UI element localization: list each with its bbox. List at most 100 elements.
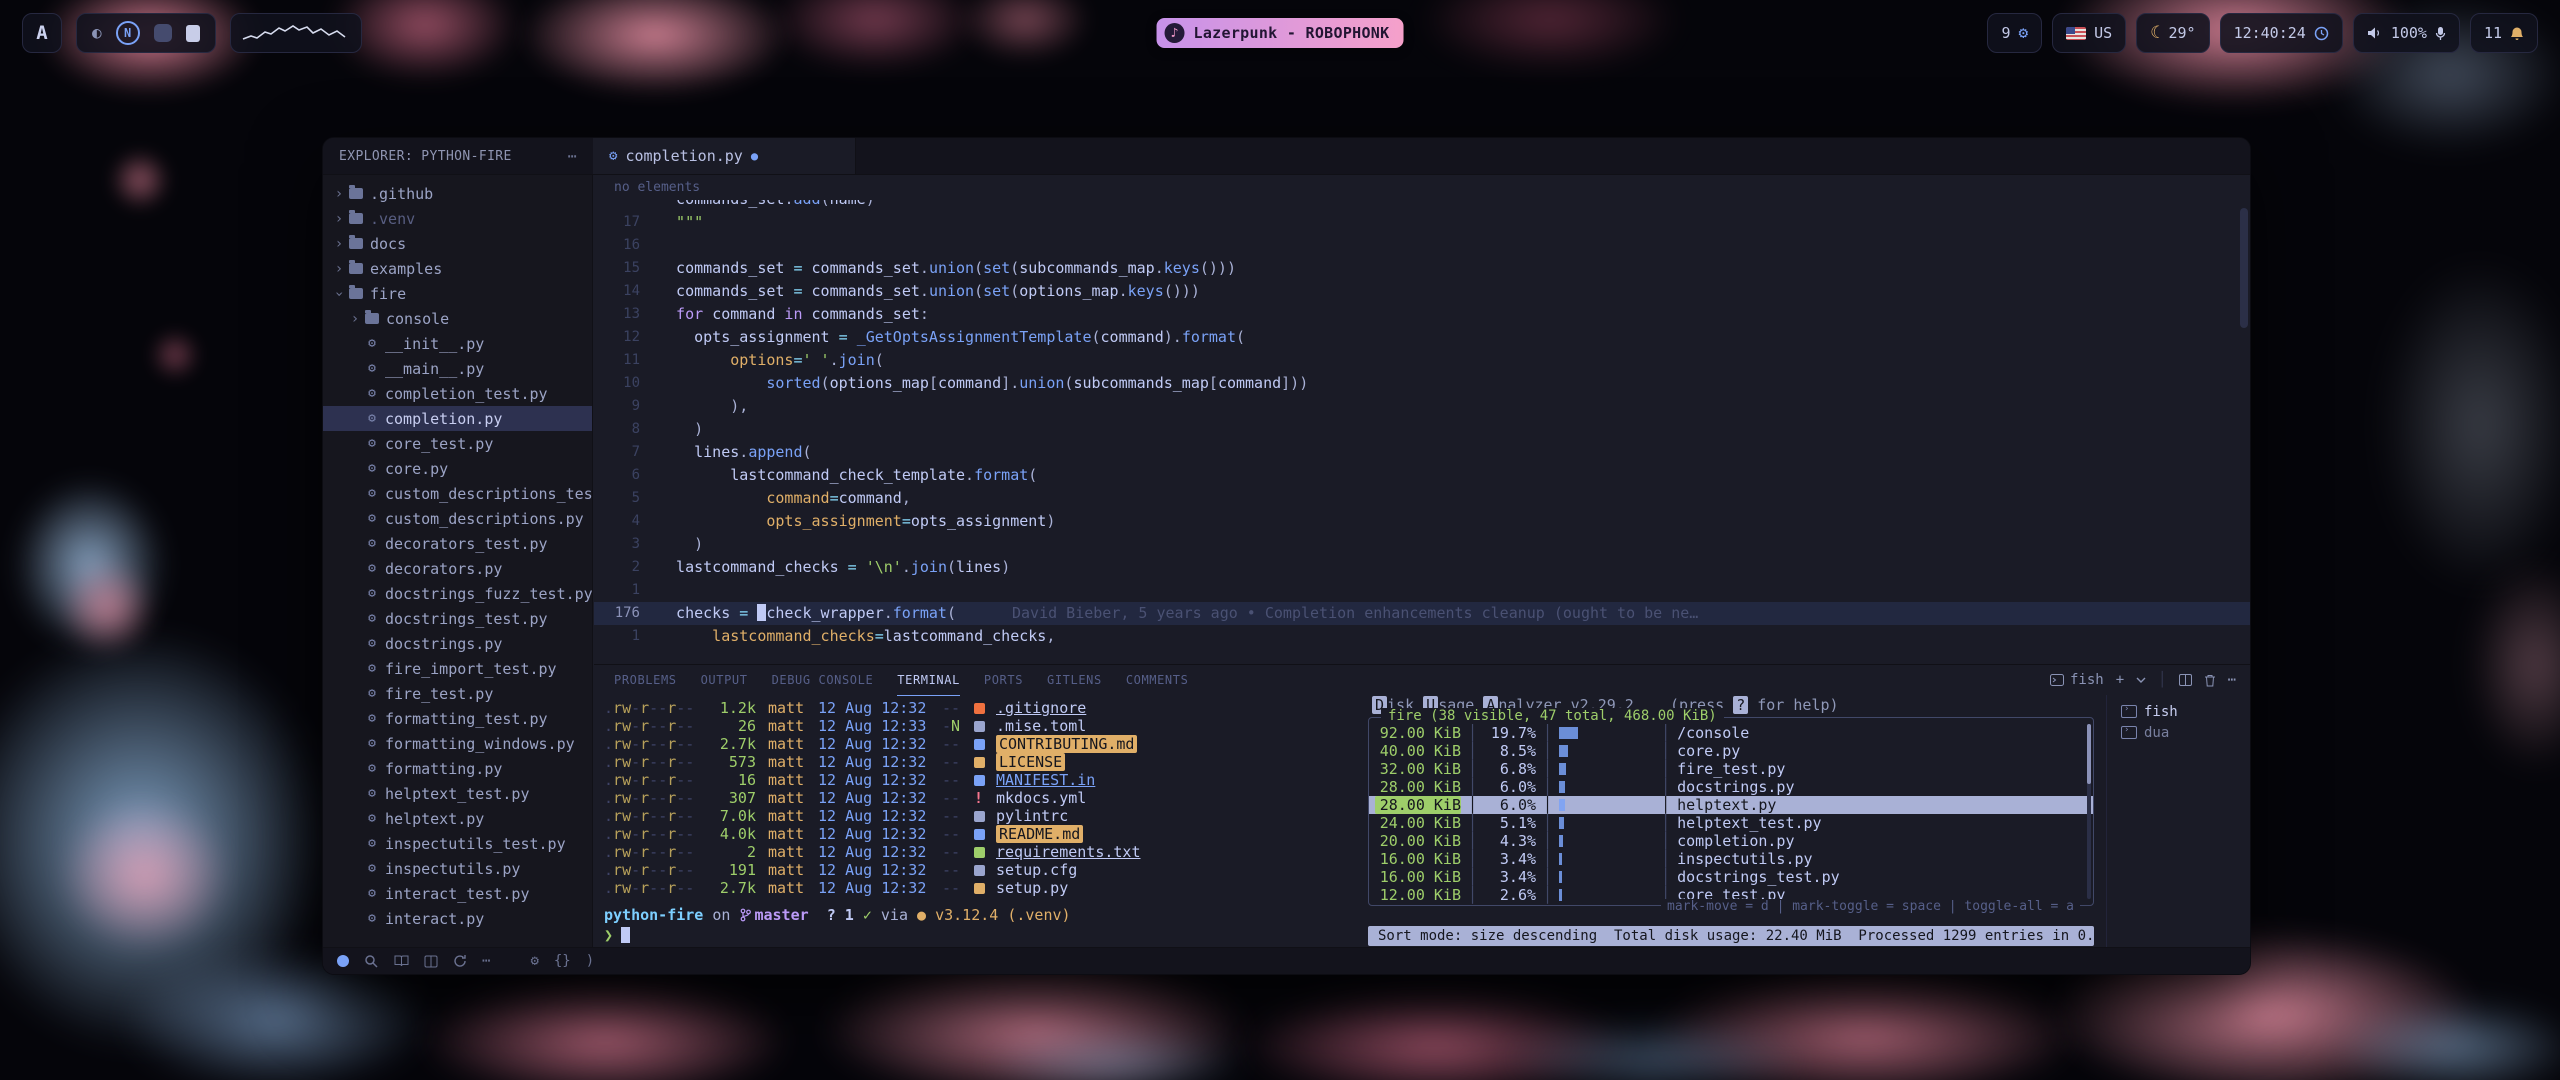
editor-scrollbar[interactable] <box>2240 208 2248 328</box>
modified-dot-icon[interactable]: ● <box>751 149 758 163</box>
editor-line[interactable]: 13 for command in commands_set: <box>594 303 2250 326</box>
audio-module[interactable]: 100% <box>2353 13 2460 53</box>
tree-item-docs[interactable]: ›docs <box>323 231 592 256</box>
more-icon[interactable]: ⋯ <box>482 953 490 969</box>
dua-row[interactable]: 16.00 KiB│3.4%││inspectutils.py <box>1369 850 2093 868</box>
tree-item-interact.py[interactable]: ⚙interact.py <box>323 906 592 931</box>
weather-module[interactable]: ☾ 29° <box>2136 13 2209 53</box>
tree-item-inspectutils_test.py[interactable]: ⚙inspectutils_test.py <box>323 831 592 856</box>
braces-icon[interactable]: {} <box>554 953 571 969</box>
editor-line[interactable]: 8 ) <box>594 418 2250 441</box>
editor-line[interactable]: 17 """ <box>594 211 2250 234</box>
dua-row[interactable]: 24.00 KiB│5.1%││helptext_test.py <box>1369 814 2093 832</box>
tree-item-decorators.py[interactable]: ⚙decorators.py <box>323 556 592 581</box>
tree-item-core.py[interactable]: ⚙core.py <box>323 456 592 481</box>
terminal-fish[interactable]: .rw-r--r--1.2kmatt12 Aug 12:32--.gitigno… <box>594 695 1364 948</box>
tree-item-inspectutils.py[interactable]: ⚙inspectutils.py <box>323 856 592 881</box>
dua-row[interactable]: 28.00 KiB│6.0%││docstrings.py <box>1369 778 2093 796</box>
editor-line[interactable]: 12 opts_assignment = _GetOptsAssignmentT… <box>594 326 2250 349</box>
editor-line[interactable]: 10 sorted(options_map[command].union(sub… <box>594 372 2250 395</box>
panel-more-icon[interactable]: ⋯ <box>2228 672 2236 688</box>
terminal-session-dua[interactable]: dua <box>2121 722 2250 743</box>
editor-line[interactable]: 5 command=command, <box>594 487 2250 510</box>
dua-row[interactable]: 20.00 KiB│4.3%││completion.py <box>1369 832 2093 850</box>
panel-tab-terminal[interactable]: TERMINAL <box>897 665 960 696</box>
media-player-pill[interactable]: ♪ Lazerpunk - ROBOPHONK <box>1157 18 1404 48</box>
terminal-dua[interactable]: Disk Usage Analyzer v2.29.2 (press ? for… <box>1364 695 2106 948</box>
editor-line[interactable]: 2 lastcommand_checks = '\n'.join(lines) <box>594 556 2250 579</box>
panel-tab-debug-console[interactable]: DEBUG CONSOLE <box>772 665 874 695</box>
keyboard-layout-module[interactable]: US <box>2052 13 2126 53</box>
tree-item-docstrings_fuzz_test.py[interactable]: ⚙docstrings_fuzz_test.py <box>323 581 592 606</box>
terminal-dropdown-icon[interactable] <box>2136 677 2146 683</box>
tree-item-formatting_test.py[interactable]: ⚙formatting_test.py <box>323 706 592 731</box>
tree-item-__main__.py[interactable]: ⚙__main__.py <box>323 356 592 381</box>
panel-tab-problems[interactable]: PROBLEMS <box>614 665 677 695</box>
sync-icon[interactable] <box>453 954 467 968</box>
split-terminal-icon[interactable] <box>2179 674 2192 686</box>
workspace-icon-file[interactable] <box>186 25 200 42</box>
tree-item-.github[interactable]: ›.github <box>323 181 592 206</box>
explorer-actions-icon[interactable]: ⋯ <box>568 147 577 165</box>
terminal-session-fish[interactable]: fish <box>2121 701 2250 722</box>
panel-tab-gitlens[interactable]: GITLENS <box>1047 665 1102 695</box>
system-graph-widget[interactable] <box>230 13 362 53</box>
code-editor[interactable]: commands_set.add(name)17 """1615 command… <box>594 200 2250 664</box>
kill-terminal-icon[interactable] <box>2204 674 2216 687</box>
editor-line[interactable]: 9 ), <box>594 395 2250 418</box>
updates-module[interactable]: 9 ⚙ <box>1987 13 2042 53</box>
editor-line[interactable]: 14 commands_set = commands_set.union(set… <box>594 280 2250 303</box>
editor-line[interactable]: 11 options=' '.join( <box>594 349 2250 372</box>
tree-item-formatting_windows.py[interactable]: ⚙formatting_windows.py <box>323 731 592 756</box>
layout-icon[interactable] <box>424 955 438 968</box>
tree-item-console[interactable]: ›console <box>323 306 592 331</box>
dua-scrollbar[interactable] <box>2087 724 2091 899</box>
editor-tab-completion[interactable]: ⚙ completion.py ● <box>593 138 856 174</box>
editor-line[interactable]: 1 <box>594 579 2250 602</box>
shell-prompt-input[interactable]: ❯ <box>604 925 1364 945</box>
panel-tab-output[interactable]: OUTPUT <box>701 665 748 695</box>
remote-indicator-icon[interactable] <box>337 955 349 967</box>
tree-item-helptext.py[interactable]: ⚙helptext.py <box>323 806 592 831</box>
tree-item-completion.py[interactable]: ⚙completion.py <box>323 406 592 431</box>
tree-item-completion_test.py[interactable]: ⚙completion_test.py <box>323 381 592 406</box>
tree-item-fire[interactable]: ›fire <box>323 281 592 306</box>
editor-line[interactable]: 1 lastcommand_checks=lastcommand_checks, <box>594 625 2250 648</box>
tree-item-examples[interactable]: ›examples <box>323 256 592 281</box>
tree-item-core_test.py[interactable]: ⚙core_test.py <box>323 431 592 456</box>
tree-item-fire_test.py[interactable]: ⚙fire_test.py <box>323 681 592 706</box>
panel-tab-ports[interactable]: PORTS <box>984 665 1023 695</box>
notifications-module[interactable]: 11 <box>2470 13 2538 53</box>
tree-item-interact_test.py[interactable]: ⚙interact_test.py <box>323 881 592 906</box>
settings-gear-icon[interactable]: ⚙ <box>530 953 538 969</box>
tree-item-.venv[interactable]: ›.venv <box>323 206 592 231</box>
tree-item-docstrings.py[interactable]: ⚙docstrings.py <box>323 631 592 656</box>
breadcrumb[interactable]: no elements <box>594 175 2250 200</box>
workspace-icon-app[interactable] <box>154 24 172 42</box>
dua-row[interactable]: 32.00 KiB│6.8%││fire_test.py <box>1369 760 2093 778</box>
editor-line[interactable]: commands_set.add(name) <box>594 200 2250 211</box>
bracket-icon[interactable]: ) <box>586 953 594 969</box>
editor-line[interactable]: 16 <box>594 234 2250 257</box>
search-icon[interactable] <box>364 954 379 969</box>
tree-item-formatting.py[interactable]: ⚙formatting.py <box>323 756 592 781</box>
tree-item-fire_import_test.py[interactable]: ⚙fire_import_test.py <box>323 656 592 681</box>
editor-current-line[interactable]: 176 checks = check_wrapper.format(David … <box>594 602 2250 625</box>
launcher-button[interactable]: A <box>22 13 62 53</box>
editor-line[interactable]: 6 lastcommand_check_template.format( <box>594 464 2250 487</box>
dua-row[interactable]: 92.00 KiB│19.7%││/console <box>1369 724 2093 742</box>
tree-item-decorators_test.py[interactable]: ⚙decorators_test.py <box>323 531 592 556</box>
dua-row[interactable]: 16.00 KiB│3.4%││docstrings_test.py <box>1369 868 2093 886</box>
tree-item-custom_descriptions.py[interactable]: ⚙custom_descriptions.py <box>323 506 592 531</box>
dua-row[interactable]: 28.00 KiB│6.0%││helptext.py <box>1369 796 2093 814</box>
editor-line[interactable]: 4 opts_assignment=opts_assignment) <box>594 510 2250 533</box>
tree-item-__init__.py[interactable]: ⚙__init__.py <box>323 331 592 356</box>
dua-row[interactable]: 40.00 KiB│8.5%││core.py <box>1369 742 2093 760</box>
editor-line[interactable]: 15 commands_set = commands_set.union(set… <box>594 257 2250 280</box>
editor-line[interactable]: 7 lines.append( <box>594 441 2250 464</box>
terminal-profile-chip[interactable]: fish <box>2050 672 2104 688</box>
panel-tab-comments[interactable]: COMMENTS <box>1126 665 1189 695</box>
new-terminal-button[interactable]: + <box>2116 672 2124 688</box>
book-icon[interactable] <box>394 954 409 968</box>
editor-line[interactable]: 3 ) <box>594 533 2250 556</box>
